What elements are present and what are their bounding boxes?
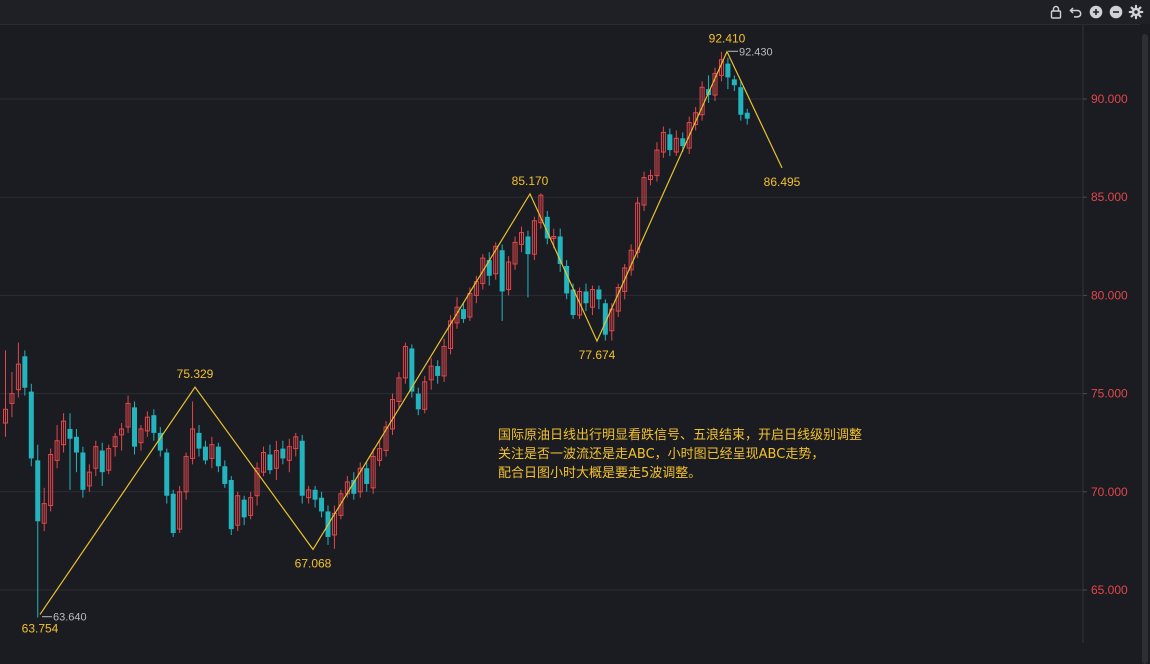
extreme-price-label: 92.430 (739, 46, 773, 58)
gear-icon[interactable] (1128, 4, 1144, 20)
candle (132, 401, 137, 455)
wave-point-label: 86.495 (764, 175, 801, 189)
y-tick-label: 80.000 (1091, 288, 1128, 302)
candle-body (22, 356, 28, 388)
candle-body (132, 407, 137, 447)
zoom-out-icon[interactable] (1108, 4, 1124, 20)
candle-body (99, 450, 105, 473)
wave-point-label: 77.674 (579, 348, 616, 362)
candle-body (222, 466, 228, 484)
chart-toolbar (0, 0, 1150, 25)
annotation-line: 国际原油日线出行明显看跌信号、五浪结束，开启日线级别调整 (498, 428, 863, 443)
candle-body (460, 309, 466, 319)
y-tick-label: 90.000 (1091, 92, 1128, 106)
candle (170, 489, 176, 537)
y-tick-label: 70.000 (1091, 485, 1128, 499)
candle (299, 434, 305, 504)
candle-body (164, 452, 170, 496)
analysis-annotation: 国际原油日线出行明显看跌信号、五浪结束，开启日线级别调整 关注是否一波流还是走A… (498, 426, 918, 483)
y-tick-label: 65.000 (1091, 583, 1128, 597)
wave-point-label: 75.329 (177, 367, 214, 381)
y-tick-label: 75.000 (1091, 387, 1128, 401)
candle (28, 383, 34, 467)
candle (164, 448, 170, 504)
candle-body (525, 236, 531, 255)
scrollbar-thumb[interactable] (1142, 34, 1148, 664)
candle-body (73, 436, 79, 453)
y-tick-label: 85.000 (1091, 190, 1128, 204)
candle-body (299, 440, 305, 496)
candle-body (667, 134, 673, 151)
candle-body (196, 432, 202, 449)
candle-body (80, 452, 86, 490)
annotation-line: 关注是否一波流还是走ABC，小时图已经呈现ABC走势， (498, 447, 825, 462)
candle-body (744, 112, 750, 119)
candle-body (215, 446, 221, 467)
candle-body (731, 79, 737, 86)
undo-icon[interactable] (1068, 4, 1084, 20)
price-axis: 65.000 70.000 75.000 80.000 85.000 90.000 (1083, 92, 1128, 597)
candle-body (583, 291, 589, 304)
candle-body (267, 454, 273, 471)
lock-icon[interactable] (1048, 4, 1064, 20)
candle-body (151, 415, 157, 433)
grid-lines (0, 24, 1084, 643)
candle-body (364, 468, 370, 484)
candle (228, 476, 234, 536)
zoom-in-icon[interactable] (1088, 4, 1104, 20)
extreme-price-label: 63.640 (53, 612, 87, 624)
candle-body (435, 366, 441, 376)
candle-body (28, 391, 34, 459)
candle-body (738, 87, 744, 115)
candle-body (312, 489, 318, 500)
candlestick-chart: 65.000 70.000 75.000 80.000 85.000 90.000 63.… (0, 24, 1128, 643)
candle-body (725, 63, 731, 78)
candle-body (280, 448, 286, 459)
wave-point-label: 92.410 (709, 32, 746, 46)
wave-point-label: 67.068 (295, 556, 332, 570)
candle-body (170, 493, 176, 534)
candle-body (67, 428, 73, 439)
vertical-scrollbar[interactable] (1140, 24, 1150, 664)
candle-body (228, 480, 234, 530)
candle-body (596, 289, 602, 300)
candle (564, 260, 570, 300)
candle-body (202, 446, 208, 461)
plot-background (0, 24, 1083, 643)
candle-body (499, 250, 505, 292)
candle-body (415, 393, 421, 410)
annotation-line: 配合日图小时大概是要走5波调整。 (498, 466, 702, 481)
candle-body (241, 499, 247, 518)
wave-point-label: 85.170 (512, 174, 549, 188)
candle-body (35, 460, 41, 522)
toolbar-icons (1048, 4, 1144, 20)
candle-body (319, 497, 325, 512)
